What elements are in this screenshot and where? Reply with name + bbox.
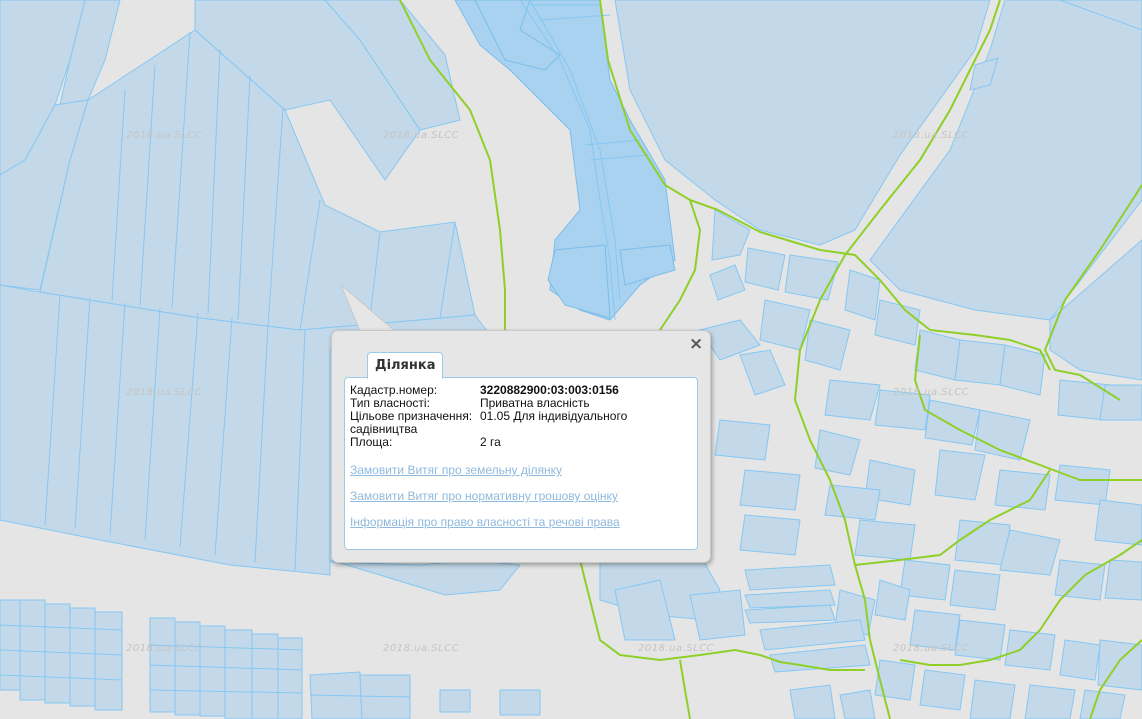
ownership-rights-link[interactable]: Інформація про право власності та речові…	[350, 515, 620, 529]
watermark: 2018.ua.SLCC	[383, 643, 460, 654]
parcel-info-panel: Кадастр.номер: 3220882900:03:003:0156 Ти…	[344, 377, 698, 550]
watermark: 2018.ua.SLCC	[638, 643, 715, 654]
order-land-extract-link[interactable]: Замовити Витяг про земельну ділянку	[350, 463, 562, 477]
close-icon[interactable]: ×	[689, 336, 703, 353]
watermark: 2018.ua.SLCC	[893, 130, 970, 141]
parcel-info-popup: × Ділянка Кадастр.номер: 3220882900:03:0…	[331, 330, 711, 563]
info-label: Площа:	[350, 435, 393, 449]
watermark: 2018.ua.SLCC	[126, 387, 203, 398]
purpose-value: 01.05 Для індивідуального	[480, 409, 628, 423]
watermark: 2018.ua.SLCC	[126, 130, 203, 141]
watermark: 2018.ua.SLCC	[893, 387, 970, 398]
area-value: 2 га	[480, 435, 501, 449]
parcel-group-southwest[interactable]	[0, 599, 541, 719]
popup-pointer	[340, 284, 396, 332]
watermark: 2018.ua.SLCC	[126, 643, 203, 654]
tab-parcel[interactable]: Ділянка	[367, 352, 444, 379]
order-valuation-extract-link[interactable]: Замовити Витяг про нормативну грошову оц…	[350, 489, 618, 503]
parcel-group-south-center[interactable]	[599, 554, 871, 673]
watermark: 2018.ua.SLCC	[893, 643, 970, 654]
watermark: 2018.ua.SLCC	[383, 130, 460, 141]
